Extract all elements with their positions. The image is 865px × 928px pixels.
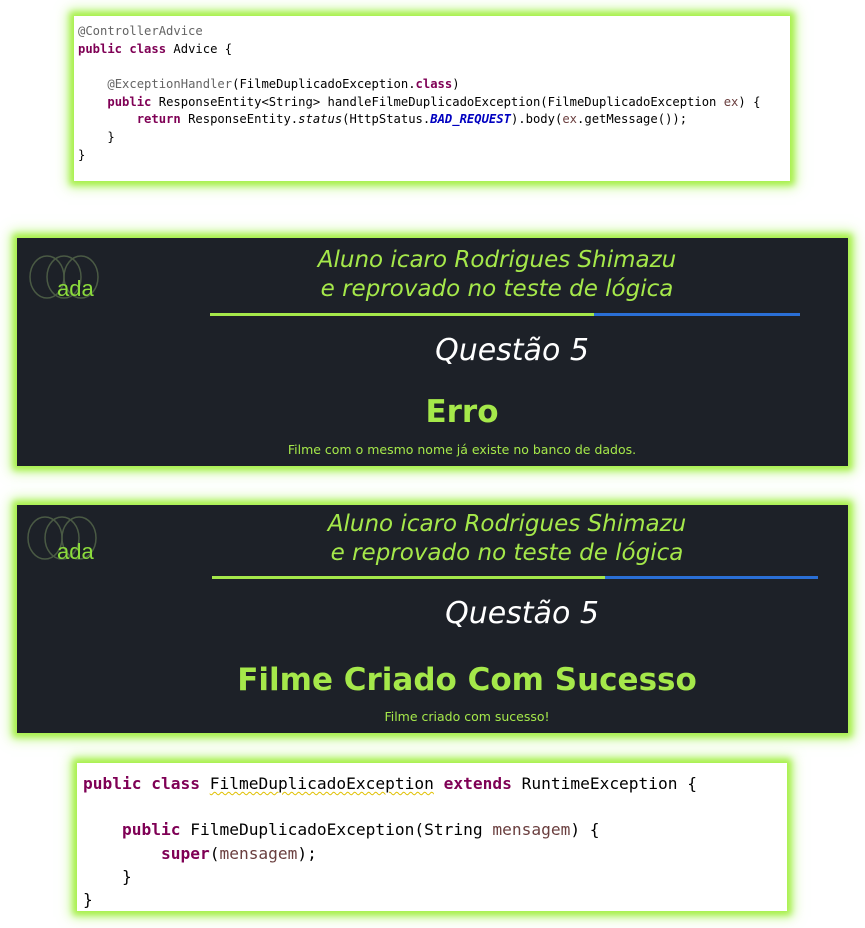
divider-blue — [594, 313, 800, 316]
divider-blue — [605, 576, 818, 579]
code-line: public class FilmeDuplicadoException ext… — [83, 774, 698, 793]
result-message: Erro — [425, 394, 499, 430]
code-line: } — [107, 130, 115, 145]
result-message: Filme Criado Com Sucesso — [237, 662, 697, 698]
code-line: public ResponseEntity<String> handleFilm… — [107, 94, 761, 109]
question-title: Questão 5 — [435, 333, 589, 368]
code-line: @ExceptionHandler(FilmeDuplicadoExceptio… — [107, 77, 460, 92]
banner-heading: Aluno icaro Rodrigues Shimazu e reprovad… — [287, 246, 707, 304]
code-line: public class Advice { — [78, 41, 233, 56]
heading-line-1: Aluno icaro Rodrigues Shimazu — [327, 511, 687, 537]
question-title: Questão 5 — [445, 596, 599, 631]
code-line: public FilmeDuplicadoException(String me… — [121, 820, 600, 840]
exception-code-panel: public class FilmeDuplicadoException ext… — [77, 763, 787, 911]
heading-line-2: e reprovado no teste de lógica — [330, 540, 684, 566]
advice-code-panel: @ControllerAdvice public class Advice { @… — [74, 16, 790, 181]
code-line: } — [121, 866, 132, 886]
result-detail: Filme criado com sucesso! — [384, 709, 550, 724]
success-banner: ada Aluno icaro Rodrigues Shimazu e repr… — [17, 505, 848, 733]
divider-green — [212, 576, 605, 579]
code-line: super(mensagem); — [160, 843, 317, 863]
divider-green — [210, 313, 594, 316]
heading-line-1: Aluno icaro Rodrigues Shimazu — [317, 247, 677, 273]
result-detail: Filme com o mesmo nome já existe no banc… — [287, 442, 637, 457]
error-banner: ada Aluno icaro Rodrigues Shimazu e repr… — [17, 238, 848, 466]
code-line: } — [78, 147, 86, 162]
ada-logo-text: ada — [57, 276, 94, 301]
code-line: } — [83, 889, 93, 909]
heading-line-2: e reprovado no teste de lógica — [320, 276, 674, 302]
code-line: return ResponseEntity.status(HttpStatus.… — [136, 112, 688, 127]
banner-heading: Aluno icaro Rodrigues Shimazu e reprovad… — [297, 510, 717, 568]
code-line: @ControllerAdvice — [78, 24, 203, 38]
ada-logo-text: ada — [57, 539, 94, 564]
